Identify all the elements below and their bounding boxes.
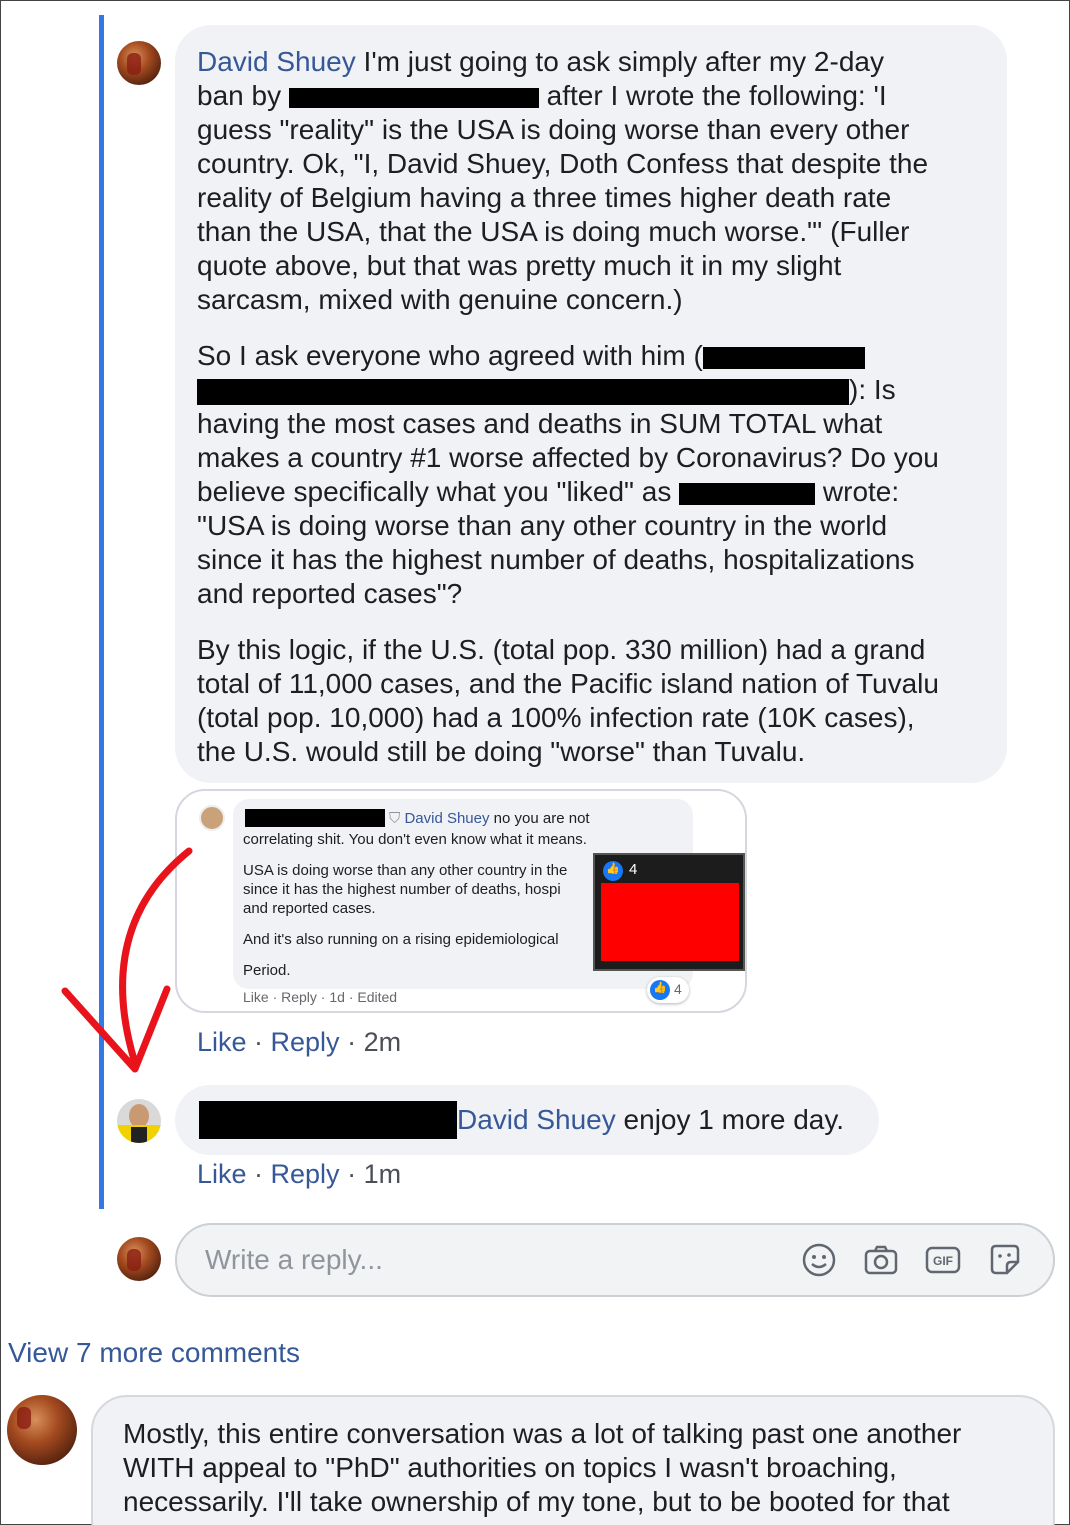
comment-text: ban by — [197, 80, 282, 111]
mini-text: since it has the highest number of death… — [243, 881, 561, 898]
comment-line: By this logic, if the U.S. (total pop. 3… — [197, 634, 926, 665]
like-link[interactable]: Like — [197, 1159, 247, 1189]
shield-icon: ⛉ — [389, 810, 401, 827]
comment-line: and reported cases"? — [197, 578, 463, 609]
popup-count: 4 — [629, 861, 638, 878]
redaction-bar — [199, 1100, 457, 1139]
mini-avatar — [199, 805, 225, 831]
comment-line: reality of Belgium having a three times … — [197, 182, 892, 213]
thumbs-up-icon — [603, 861, 623, 881]
redaction-bar — [679, 482, 816, 505]
reply-actions: Like · Reply · 1m — [197, 1159, 402, 1189]
comment-text: So I ask everyone who agreed with him ( — [197, 340, 703, 371]
mini-text: and reported cases. — [243, 900, 376, 917]
redaction-bar — [702, 346, 865, 369]
reply-link[interactable]: Reply — [271, 1159, 340, 1189]
mini-text: Period. — [243, 962, 291, 979]
mini-text: correlating shit. You don't even know wh… — [243, 831, 587, 848]
comment-line: total of 11,000 cases, and the Pacific i… — [197, 668, 939, 699]
redaction-bar — [288, 87, 539, 108]
bottom-comment-bubble: Mostly, this entire conversation was a l… — [91, 1395, 1055, 1525]
comment-line: since it has the highest number of death… — [197, 544, 915, 575]
mini-meta: Like · Reply · 1d · Edited — [243, 989, 398, 1005]
comment-line: WITH appeal to "PhD" authorities on topi… — [123, 1452, 897, 1483]
comment-text: wrote: — [822, 476, 900, 507]
reply-input-placeholder[interactable]: Write a reply... — [205, 1244, 383, 1276]
comment-line: than the USA, that the USA is doing much… — [197, 216, 910, 247]
comment-line: sarcasm, mixed with genuine concern.) — [197, 284, 683, 315]
main-comment-bubble: David Shuey I'm just going to ask simply… — [175, 25, 1007, 783]
comment-line: having the most cases and deaths in SUM … — [197, 408, 883, 439]
comment-time[interactable]: 2m — [364, 1027, 402, 1057]
reaction-pill: 4 — [647, 977, 689, 1003]
view-more-comments-link[interactable]: View 7 more comments — [8, 1337, 300, 1369]
reply-bubble: David Shuey enjoy 1 more day. — [175, 1085, 879, 1155]
sticker-icon[interactable] — [987, 1242, 1023, 1278]
thumbs-up-icon — [650, 980, 670, 1000]
camera-icon[interactable] — [863, 1242, 899, 1278]
comment-text: after I wrote the following: 'I — [546, 80, 887, 111]
reaction-popup: 4 — [593, 853, 745, 971]
commenter-avatar[interactable] — [7, 1395, 77, 1465]
reply-text: enjoy 1 more day. — [623, 1104, 845, 1135]
comment-actions: Like · Reply · 2m — [197, 1027, 402, 1057]
replier-avatar[interactable] — [117, 1099, 161, 1143]
comment-line: country. Ok, "I, David Shuey, Doth Confe… — [197, 148, 929, 179]
emoji-icon[interactable] — [801, 1242, 837, 1278]
comment-line: makes a country #1 worse affected by Cor… — [197, 442, 939, 473]
comment-text: ): Is — [849, 374, 896, 405]
comment-text: I'm just going to ask simply after my 2-… — [363, 46, 884, 77]
reply-time[interactable]: 1m — [364, 1159, 402, 1189]
redaction-bar — [245, 809, 385, 827]
comment-line: quote above, but that was pretty much it… — [197, 250, 842, 281]
comment-line: (total pop. 10,000) had a 100% infection… — [197, 702, 915, 733]
red-redaction-box — [601, 883, 739, 961]
comment-line: "USA is doing worse than any other count… — [197, 510, 888, 541]
gif-icon[interactable]: GIF — [925, 1242, 961, 1278]
reply-link[interactable]: Reply — [271, 1027, 340, 1057]
svg-text:GIF: GIF — [933, 1254, 953, 1268]
reply-composer[interactable]: Write a reply... GIF — [175, 1223, 1055, 1297]
reaction-count: 4 — [674, 981, 682, 997]
comment-line: necessarily. I'll take ownership of my t… — [123, 1486, 950, 1517]
mini-tagged-name: David Shuey — [404, 810, 490, 827]
red-annotation-arrow — [61, 847, 193, 1073]
attached-screenshot[interactable]: ⛉ David Shuey no you are not correlating… — [175, 789, 747, 1013]
comment-line: the U.S. would still be doing "worse" th… — [197, 736, 806, 767]
mini-text: no you are not — [493, 810, 590, 827]
current-user-avatar — [117, 1237, 161, 1281]
comment-line: Mostly, this entire conversation was a l… — [123, 1418, 962, 1449]
comment-author-link[interactable]: David Shuey — [197, 46, 356, 77]
comment-line: guess "reality" is the USA is doing wors… — [197, 114, 910, 145]
mini-text: USA is doing worse than any other countr… — [243, 862, 568, 879]
comment-text: believe specifically what you "liked" as — [197, 476, 672, 507]
commenter-avatar[interactable] — [117, 41, 161, 85]
mini-text: And it's also running on a rising epidem… — [243, 931, 559, 948]
redaction-bar — [197, 378, 849, 405]
reply-tagged-name[interactable]: David Shuey — [457, 1104, 616, 1135]
